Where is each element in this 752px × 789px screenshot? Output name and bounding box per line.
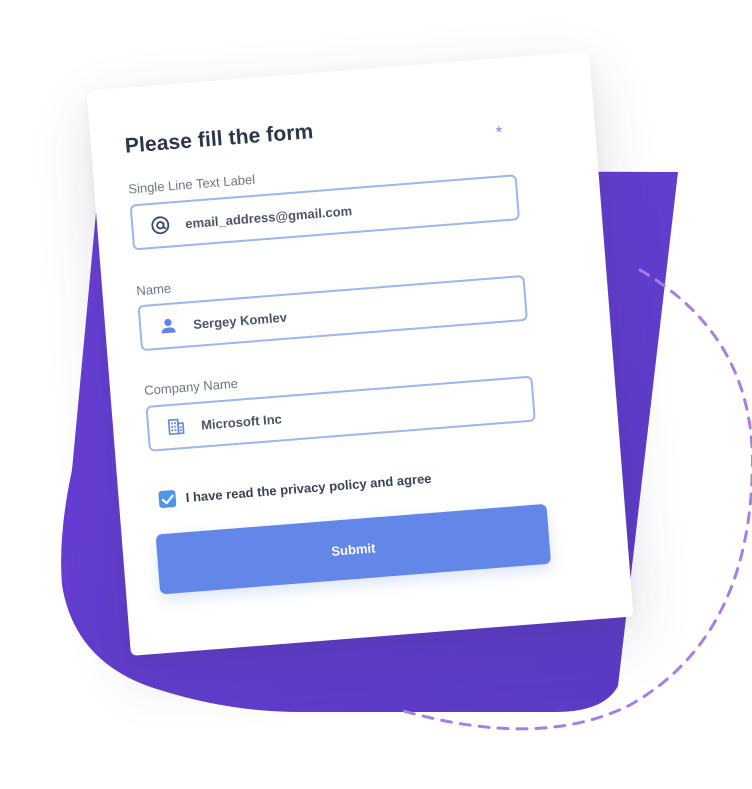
submit-button[interactable]: Submit [155,503,552,595]
company-value: Microsoft Inc [200,410,283,433]
required-marker: * [495,124,504,142]
privacy-checkbox-label[interactable]: I have read the privacy policy and agree [185,471,432,505]
name-field[interactable]: Sergey Komlev [137,274,528,352]
user-icon [156,314,180,338]
checkmark-icon [161,494,174,504]
privacy-checkbox[interactable] [158,489,177,509]
company-field-label: Company Name [143,375,239,399]
email-field-label: Single Line Text Label [127,171,256,197]
name-value: Sergey Komlev [192,309,288,332]
email-value: email_address@gmail.com [184,202,353,231]
form-card: Please fill the form * Single Line Text … [86,51,634,656]
building-icon [164,415,188,439]
privacy-checkbox-row: I have read the privacy policy and agree [158,470,432,509]
form-title: Please fill the form [124,120,315,158]
at-sign-icon [148,213,172,237]
hero-illustration: Please fill the form * Single Line Text … [0,0,752,789]
name-field-label: Name [135,280,172,299]
